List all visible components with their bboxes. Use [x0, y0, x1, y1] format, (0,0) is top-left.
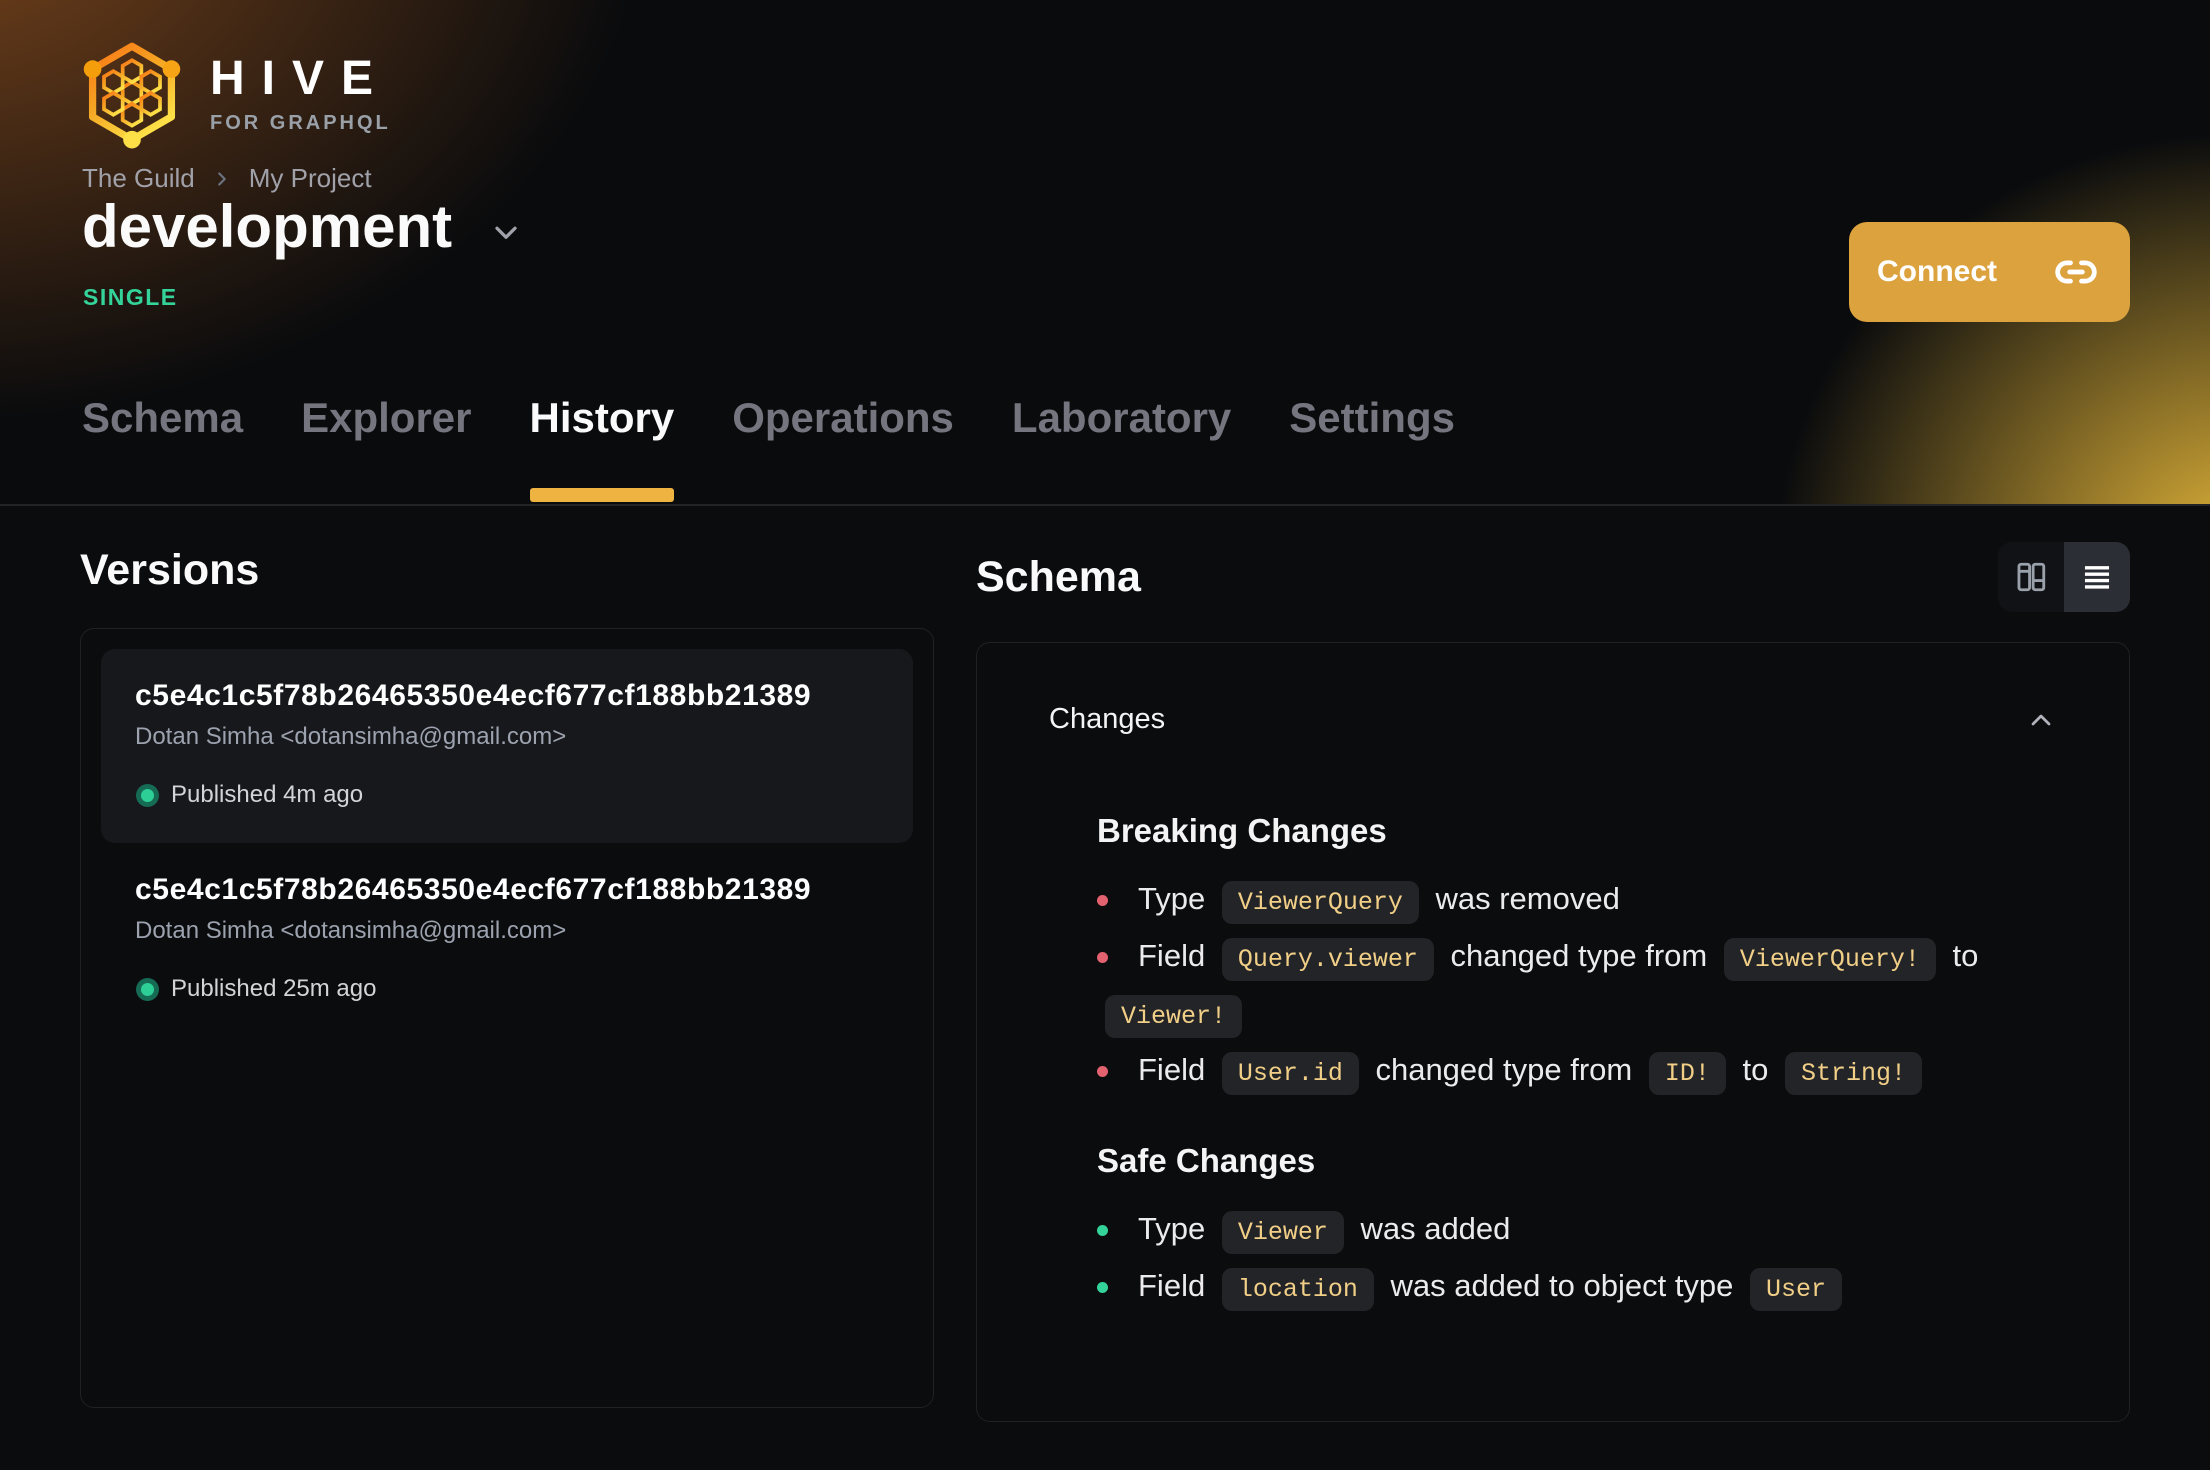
breaking-changes-section: Breaking Changes Type ViewerQuery was re… — [1097, 812, 1997, 1100]
breaking-changes-list: Type ViewerQuery was removed Field Query.… — [1097, 872, 1997, 1100]
code-chip: User — [1750, 1268, 1843, 1311]
code-chip: ID! — [1648, 1052, 1726, 1095]
header: HIVE FOR GRAPHQL The Guild My Project de… — [0, 0, 2210, 506]
safe-bullet-icon — [1097, 1225, 1108, 1236]
brand-name: HIVE — [210, 52, 391, 105]
version-author: Dotan Simha <dotansimha@gmail.com> — [135, 723, 567, 750]
breadcrumb-org[interactable]: The Guild — [82, 163, 195, 194]
columns-view-icon — [2017, 562, 2046, 592]
schema-title: Schema — [976, 553, 1141, 601]
brand[interactable]: HIVE FOR GRAPHQL — [82, 38, 391, 150]
breadcrumb: The Guild My Project — [82, 163, 372, 194]
version-author: Dotan Simha <dotansimha@gmail.com> — [135, 917, 567, 944]
title-row: development — [82, 192, 524, 261]
breaking-bullet-icon — [1097, 895, 1108, 906]
breaking-changes-title: Breaking Changes — [1097, 812, 1387, 849]
safe-change-item: Type Viewer was added — [1097, 1202, 1997, 1259]
versions-section: Versions c5e4c1c5f78b26465350e4ecf677cf1… — [80, 542, 934, 1422]
safe-change-item: Field location was added to object type … — [1097, 1259, 1997, 1316]
schema-section: Schema Changes Breaking Changes Type Vie… — [976, 542, 2130, 1422]
breaking-change-item: Field User.id changed type from ID! to S… — [1097, 1043, 1997, 1100]
version-status-text: Published 25m ago — [171, 975, 377, 1002]
safe-changes-list: Type Viewer was added Field location was … — [1097, 1202, 1997, 1316]
safe-changes-section: Safe Changes Type Viewer was added Field … — [1097, 1142, 1997, 1316]
green-dot-icon — [141, 788, 154, 802]
version-list: c5e4c1c5f78b26465350e4ecf677cf188bb21389… — [80, 628, 934, 1408]
breadcrumb-project[interactable]: My Project — [249, 163, 372, 194]
connect-button[interactable]: Connect — [1849, 222, 2130, 322]
tabs: Schema Explorer History Operations Laborator… — [82, 394, 1455, 504]
chevron-down-icon[interactable] — [488, 214, 524, 250]
hive-logo-icon — [83, 42, 181, 149]
version-item[interactable]: c5e4c1c5f78b26465350e4ecf677cf188bb21389… — [101, 843, 913, 1037]
link-icon — [2055, 260, 2097, 284]
connect-label: Connect — [1877, 255, 1997, 288]
diff-view-button[interactable] — [1998, 542, 2064, 612]
target-type-badge: SINGLE — [83, 284, 178, 310]
view-toggle — [1998, 542, 2130, 612]
list-view-icon — [2084, 566, 2110, 589]
tab-operations[interactable]: Operations — [732, 394, 954, 504]
code-chip: location — [1221, 1268, 1374, 1311]
version-status: Published 25m ago — [135, 975, 879, 1003]
version-hash: c5e4c1c5f78b26465350e4ecf677cf188bb21389 — [135, 873, 812, 906]
chevron-right-icon — [217, 171, 226, 186]
versions-title: Versions — [80, 546, 260, 594]
changes-body: Breaking Changes Type ViewerQuery was re… — [1097, 812, 1997, 1316]
version-status: Published 4m ago — [135, 781, 879, 809]
green-dot-icon — [141, 982, 154, 996]
version-item[interactable]: c5e4c1c5f78b26465350e4ecf677cf188bb21389… — [101, 649, 913, 843]
list-view-button[interactable] — [2064, 542, 2130, 612]
tab-explorer[interactable]: Explorer — [301, 394, 471, 504]
breaking-bullet-icon — [1097, 952, 1108, 963]
code-chip: ViewerQuery! — [1723, 938, 1936, 981]
breaking-bullet-icon — [1097, 1066, 1108, 1077]
code-chip: String! — [1784, 1052, 1922, 1095]
tab-schema[interactable]: Schema — [82, 394, 243, 504]
code-chip: Viewer! — [1105, 995, 1243, 1038]
breaking-change-item: Field Query.viewer changed type from Vie… — [1097, 929, 1997, 1043]
page-title: development — [82, 193, 453, 260]
code-chip: User.id — [1221, 1052, 1359, 1095]
breaking-change-item: Type ViewerQuery was removed — [1097, 872, 1997, 929]
code-chip: Viewer — [1221, 1211, 1344, 1254]
changes-label: Changes — [1049, 703, 1166, 735]
brand-tagline: FOR GRAPHQL — [210, 112, 391, 134]
changes-collapse-header[interactable]: Changes — [1049, 703, 2057, 736]
safe-bullet-icon — [1097, 1282, 1108, 1293]
tab-settings[interactable]: Settings — [1289, 394, 1455, 504]
chevron-up-icon — [2031, 714, 2051, 725]
main-content: Versions c5e4c1c5f78b26465350e4ecf677cf1… — [0, 542, 2210, 1422]
version-hash: c5e4c1c5f78b26465350e4ecf677cf188bb21389 — [135, 679, 812, 712]
brand-text: HIVE FOR GRAPHQL — [210, 52, 391, 134]
changes-panel: Changes Breaking Changes Type ViewerQuer… — [976, 642, 2130, 1422]
version-status-text: Published 4m ago — [171, 781, 364, 808]
code-chip: Query.viewer — [1221, 938, 1434, 981]
code-chip: ViewerQuery — [1221, 881, 1419, 924]
page: HIVE FOR GRAPHQL The Guild My Project de… — [0, 0, 2210, 1470]
tab-laboratory[interactable]: Laboratory — [1012, 394, 1231, 504]
schema-head: Schema — [976, 542, 2130, 612]
tab-history[interactable]: History — [529, 394, 674, 504]
safe-changes-title: Safe Changes — [1097, 1142, 1316, 1179]
